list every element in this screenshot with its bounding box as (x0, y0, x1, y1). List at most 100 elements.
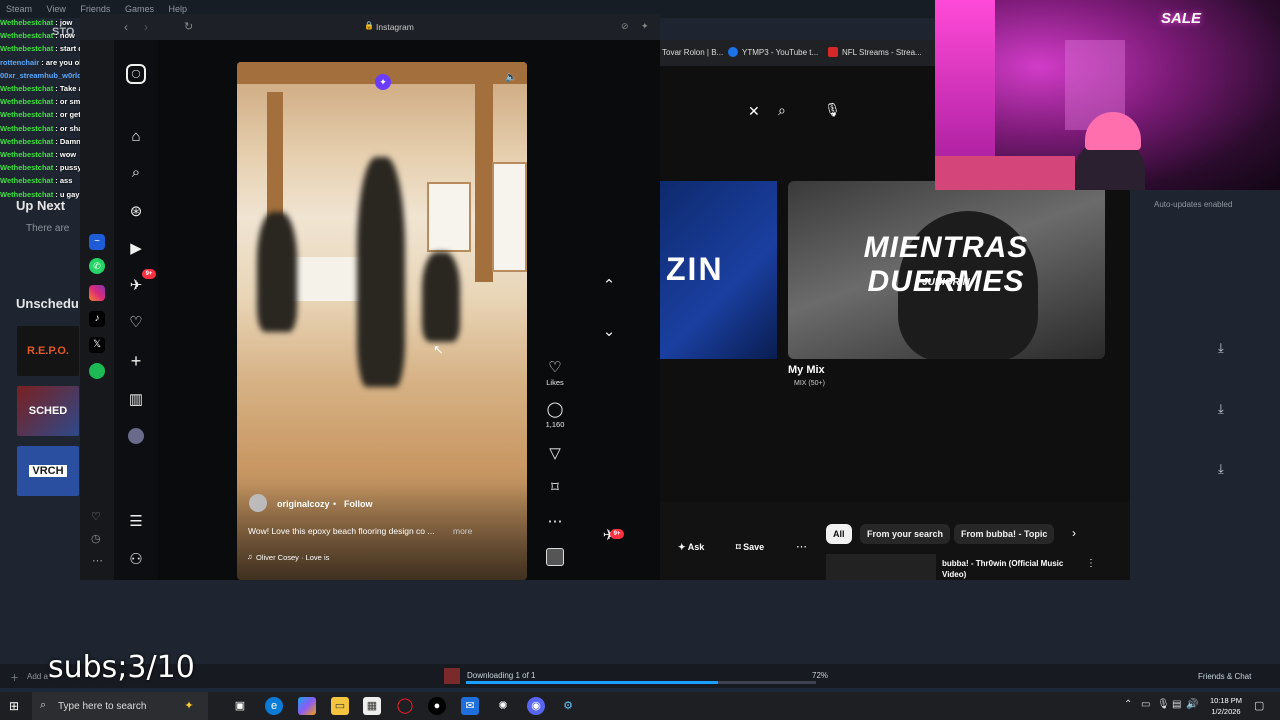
explore-icon[interactable]: ⊛ (126, 202, 146, 220)
discord-icon[interactable]: ◉ (527, 697, 545, 715)
more-icon[interactable]: ⋯ (92, 554, 103, 567)
copilot-icon[interactable] (298, 697, 316, 715)
reel-video[interactable]: ✦ 🔈 ↖ originalcozy • Follow Wow! Love th… (237, 62, 527, 580)
chip-from-bubba[interactable]: From bubba! - Topic (954, 524, 1055, 544)
home-icon[interactable]: ⌂ (126, 128, 146, 145)
chatgpt-icon[interactable]: ✺ (494, 697, 512, 715)
menu-view[interactable]: View (47, 4, 66, 14)
opera-gx-icon[interactable]: ◯ (396, 697, 414, 715)
caption-more-link[interactable]: more (453, 526, 472, 536)
add-game-button[interactable]: Add a (27, 672, 48, 681)
whatsapp-icon[interactable]: ✆ (89, 258, 105, 274)
game-tile-sched[interactable]: SCHED (17, 386, 79, 436)
tray-chevron-icon[interactable]: ⌃ (1124, 699, 1132, 710)
author-avatar[interactable] (249, 494, 267, 512)
next-video-title[interactable]: bubba! - Thr0win (Official Music Video) (942, 558, 1082, 580)
follow-button[interactable]: Follow (344, 499, 373, 509)
download-icon[interactable]: ⤓ (1218, 461, 1224, 477)
network-icon[interactable]: ▤ (1172, 699, 1181, 710)
audio-thumbnail[interactable] (546, 548, 564, 566)
search-icon[interactable]: ⌕ (778, 102, 786, 119)
avatar[interactable] (128, 428, 144, 444)
chat-separator: : (53, 176, 60, 186)
clear-search-icon[interactable]: ✕ (748, 103, 760, 120)
like-icon[interactable]: ♡ (544, 358, 566, 376)
chat-username: Wethebestchat (0, 150, 54, 160)
video-thumbnail-1[interactable]: ZIN (660, 181, 777, 359)
messages-icon[interactable]: ✈ (126, 276, 146, 294)
pin-icon[interactable]: ✦ (641, 21, 649, 32)
spotify-icon[interactable] (89, 363, 105, 379)
game-tile-repo[interactable]: R.E.P.O. (17, 326, 79, 376)
apps-icon[interactable]: ⚇ (126, 550, 146, 568)
x-icon[interactable]: 𝕏 (89, 337, 105, 353)
camera-icon[interactable]: ▭ (1141, 699, 1150, 710)
microphone-icon[interactable]: 🎙 (824, 102, 841, 118)
messenger-icon[interactable]: ~ (89, 234, 105, 250)
task-view-icon[interactable]: ▣ (231, 697, 249, 715)
search-highlight-icon[interactable]: ✦ (180, 697, 198, 715)
more-options-icon[interactable]: ⋯ (544, 512, 566, 530)
download-icon[interactable]: ⤓ (1218, 340, 1224, 356)
app-icon[interactable]: ● (428, 697, 446, 715)
windows-start-icon[interactable]: ⊞ (9, 699, 19, 713)
more-actions-icon[interactable]: ⋯ (796, 540, 807, 553)
reels-icon[interactable]: ▶ (126, 239, 146, 257)
chevron-right-icon[interactable]: › (1072, 526, 1076, 540)
steam-icon[interactable]: ⚙ (559, 697, 577, 715)
add-game-icon[interactable]: ＋ (10, 671, 19, 684)
comment-icon[interactable]: ◯ (544, 400, 566, 418)
menu-icon[interactable]: ☰ (126, 512, 146, 530)
search-icon[interactable]: ⌕ (126, 164, 146, 181)
shield-icon[interactable]: ⊘ (621, 21, 629, 32)
edge-icon[interactable]: e (265, 697, 283, 715)
back-icon[interactable]: ‹ (124, 20, 128, 34)
menu-help[interactable]: Help (168, 4, 187, 14)
notifications-icon[interactable]: ♡ (126, 313, 146, 331)
lock-icon: 🔒 (364, 21, 374, 30)
author-name[interactable]: originalcozy (277, 499, 330, 509)
create-icon[interactable]: + (126, 351, 146, 372)
store-icon[interactable]: ▦ (363, 697, 381, 715)
reload-icon[interactable]: ↻ (184, 20, 193, 33)
chevron-up-icon[interactable]: ⌃ (598, 276, 620, 294)
tiktok-icon[interactable]: ♪ (89, 311, 105, 327)
chip-from-search[interactable]: From your search (860, 524, 951, 544)
ask-button[interactable]: ✦ Ask (678, 542, 704, 553)
menu-steam[interactable]: Steam (6, 4, 32, 14)
kebab-menu-icon[interactable]: ⋮ (1086, 558, 1096, 569)
file-explorer-icon[interactable]: ▭ (331, 697, 349, 715)
chevron-down-icon[interactable]: ⌄ (598, 322, 620, 340)
history-icon[interactable]: ◷ (91, 532, 101, 545)
bookmark-3[interactable]: NFL Streams - Strea... (842, 48, 922, 57)
outlook-icon[interactable]: ✉ (461, 697, 479, 715)
download-status[interactable]: Downloading 1 of 1 (467, 671, 536, 680)
notifications-icon[interactable]: ▢ (1254, 699, 1264, 712)
forward-icon[interactable]: › (144, 20, 148, 34)
menu-games[interactable]: Games (125, 4, 154, 14)
mix-title[interactable]: My Mix (788, 364, 825, 376)
volume-icon[interactable]: 🔊 (1186, 699, 1198, 710)
game-tile-vrch[interactable]: VRCH (17, 446, 79, 496)
volume-icon[interactable]: 🔈 (505, 72, 517, 83)
chat-text: jow (59, 18, 73, 27)
share-icon[interactable]: ▽ (544, 444, 566, 462)
heart-icon[interactable]: ♡ (91, 510, 101, 523)
dashboard-icon[interactable]: ▥ (126, 390, 146, 408)
save-button[interactable]: ⌑ Save (736, 542, 764, 553)
video-thumbnail-2[interactable]: MIENTRAS DUERMES JUNIOR H (788, 181, 1105, 359)
friends-chat-button[interactable]: Friends & Chat (1198, 672, 1251, 681)
bookmark-2[interactable]: YTMP3 - YouTube t... (742, 48, 818, 57)
ai-sparkle-icon[interactable]: ✦ (375, 74, 391, 90)
bookmark-1[interactable]: Tovar Rolon | B... (662, 48, 723, 57)
chip-all[interactable]: All (826, 524, 852, 544)
microphone-icon[interactable]: 🎙 (1157, 699, 1170, 710)
clock[interactable]: 10:18 PM 1/2/2026 (1206, 695, 1246, 717)
instagram-icon[interactable] (89, 285, 105, 301)
menu-friends[interactable]: Friends (80, 4, 110, 14)
save-icon[interactable]: ⌑ (544, 478, 566, 496)
next-video-thumbnail[interactable] (826, 554, 936, 580)
instagram-logo-icon[interactable]: ◯ (126, 64, 146, 84)
reel-audio[interactable]: Oliver Cosey · Love is (256, 553, 329, 562)
download-icon[interactable]: ⤓ (1218, 401, 1224, 417)
